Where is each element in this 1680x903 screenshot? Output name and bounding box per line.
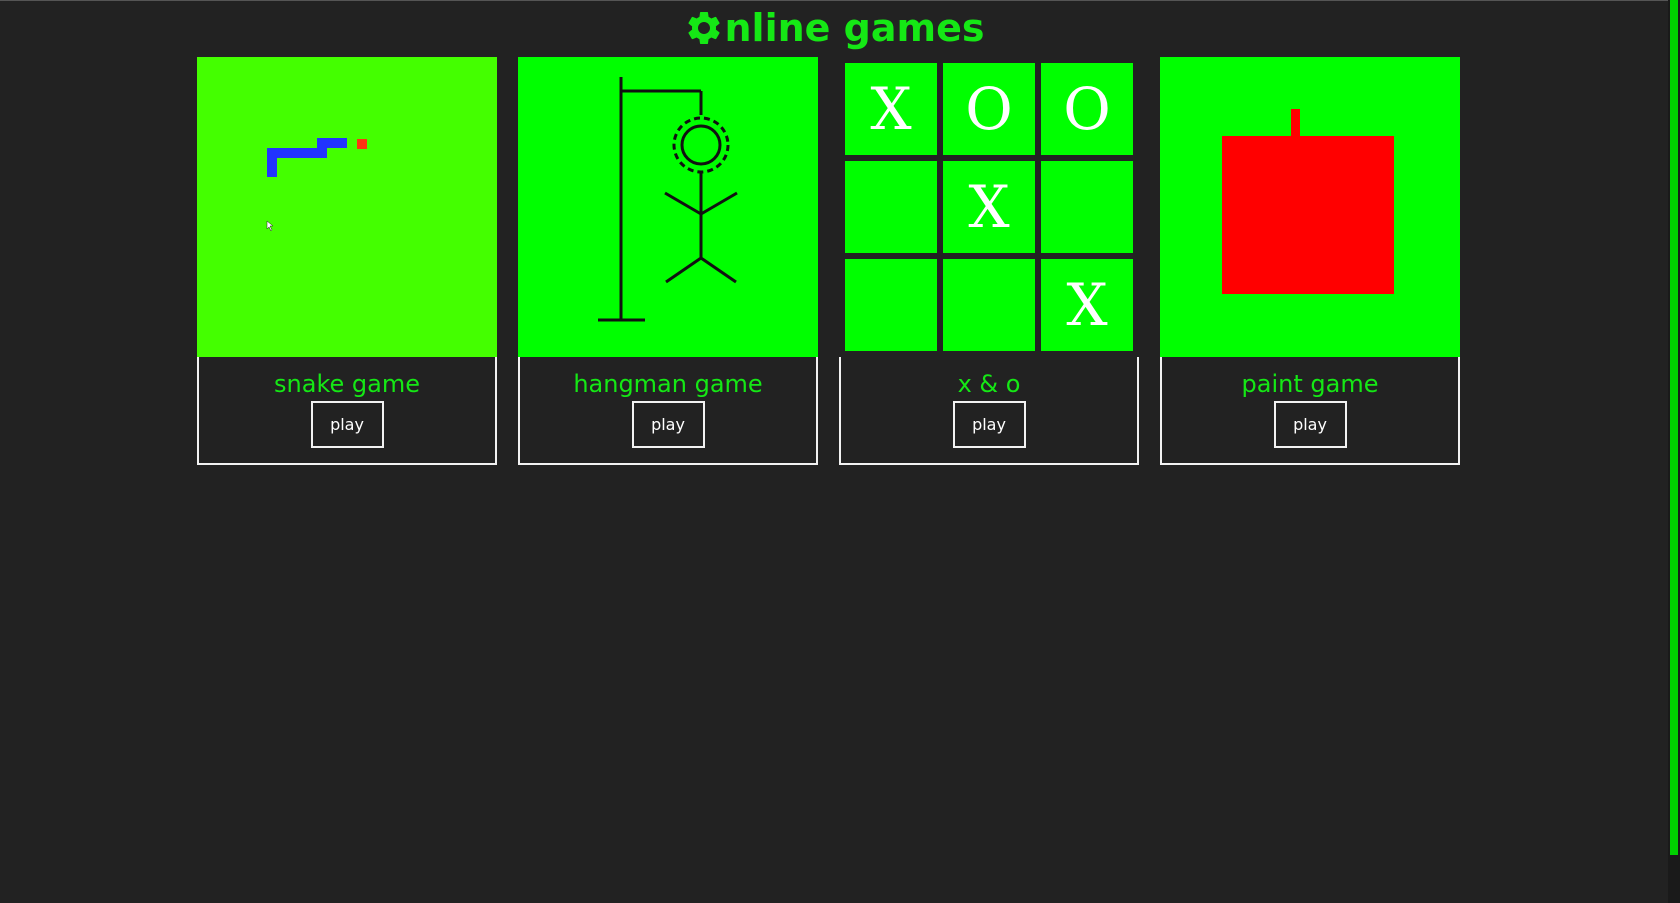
tic-tac-toe-preview-image: XOOXX (839, 57, 1139, 357)
board-mark: X (968, 173, 1010, 241)
game-title: hangman game (573, 370, 763, 398)
board-cell (1041, 161, 1133, 253)
board-cell (943, 259, 1035, 351)
game-card-paint: paint game play (1160, 57, 1460, 465)
hangman-preview-image (518, 57, 818, 357)
game-title: paint game (1241, 370, 1379, 398)
snake-preview-image (197, 57, 497, 357)
board-cell (845, 259, 937, 351)
game-cards: snake game play hangman game play X O O … (197, 57, 1460, 465)
gear-icon (687, 12, 720, 44)
play-paint-button[interactable]: play (1273, 401, 1347, 448)
play-tic-tac-toe-button[interactable]: play (952, 401, 1026, 448)
game-card-snake: snake game play (197, 57, 497, 465)
site-title-text: nline games (724, 6, 985, 50)
board-mark: X (1066, 271, 1108, 339)
paint-preview-image (1160, 57, 1460, 357)
play-snake-button[interactable]: play (310, 401, 384, 448)
tic-tac-toe-board: X O OXX (839, 57, 1139, 357)
page: nline games snake game play hangman game… (0, 0, 1680, 903)
board-mark: X (870, 75, 912, 143)
hangman-preview-icon (518, 57, 818, 357)
site-title: nline games (0, 0, 1668, 56)
board-cell (845, 161, 937, 253)
scrollbar-thumb[interactable] (1670, 0, 1678, 855)
game-title: x & o (957, 370, 1021, 398)
board-mark: O (1063, 75, 1111, 143)
board-mark: O (965, 75, 1013, 143)
game-title: snake game (274, 370, 420, 398)
apple-icon (1160, 57, 1460, 357)
play-hangman-button[interactable]: play (631, 401, 705, 448)
game-card-hangman: hangman game play (518, 57, 818, 465)
snake-preview-icon (197, 57, 497, 357)
game-card-tic-tac-toe: XOOXX x & o play (839, 57, 1139, 465)
scrollbar[interactable] (1668, 0, 1680, 903)
